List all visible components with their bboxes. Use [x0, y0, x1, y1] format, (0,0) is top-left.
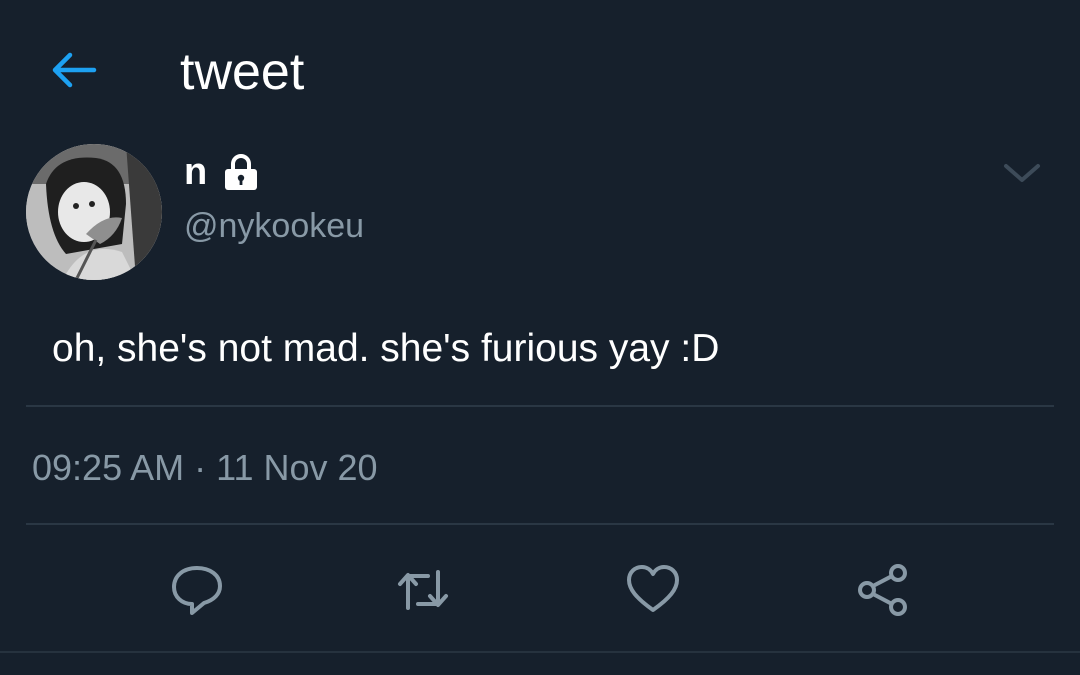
- chevron-down-icon: [1004, 164, 1040, 182]
- like-button[interactable]: [624, 562, 682, 618]
- divider: [26, 405, 1054, 407]
- retweet-icon: [398, 570, 448, 610]
- display-name: n: [184, 151, 208, 193]
- avatar-image: [26, 144, 162, 280]
- lock-icon: [225, 154, 258, 190]
- top-bar: tweet: [0, 0, 1080, 140]
- divider: [26, 523, 1054, 525]
- page-title: tweet: [180, 43, 305, 101]
- avatar[interactable]: [26, 144, 162, 280]
- divider: [0, 651, 1080, 653]
- retweet-button[interactable]: [394, 562, 452, 618]
- reply-button[interactable]: [168, 562, 226, 618]
- share-icon: [858, 564, 907, 616]
- tweet-timestamp: 09:25 AM · 11 Nov 20: [32, 447, 378, 488]
- reply-icon: [172, 566, 222, 615]
- tweet-menu-button[interactable]: [998, 156, 1046, 192]
- like-icon: [627, 565, 679, 612]
- display-name-row[interactable]: n: [184, 150, 261, 194]
- back-button[interactable]: [44, 44, 104, 94]
- back-arrow-icon: [52, 52, 97, 88]
- share-button[interactable]: [854, 562, 912, 618]
- tweet-text: oh, she's not mad. she's furious yay :D: [52, 327, 720, 370]
- user-handle[interactable]: @nykookeu: [184, 204, 364, 248]
